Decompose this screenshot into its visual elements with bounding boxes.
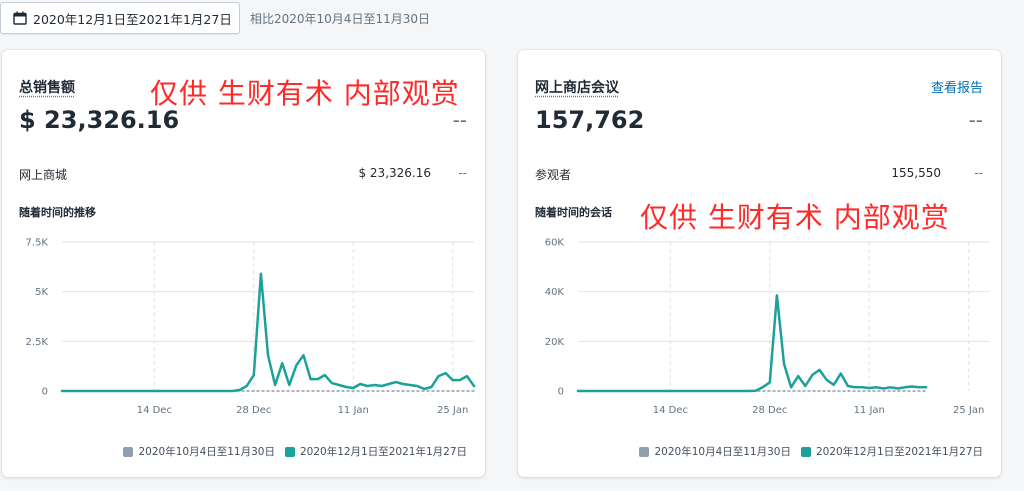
x-tick-label: 28 Dec <box>236 405 271 416</box>
breakdown-value: $ 23,326.16 <box>358 166 431 180</box>
compare-period-text: 相比2020年10月4日至11月30日 <box>250 12 430 26</box>
calendar-icon <box>13 11 27 25</box>
x-tick-label: 14 Dec <box>653 405 688 416</box>
sales-line-chart: 0 2.5K 5K 7.5K 14 Dec 28 Dec 11 Jan 25 Jan <box>26 238 476 416</box>
x-tick-label: 11 Jan <box>854 405 885 416</box>
legend-item-previous[interactable]: 2020年10月4日至11月30日 <box>639 444 791 459</box>
total-sales-card: 总销售额 $ 23,326.16 -- 网上商城 $ 23,326.16 -- … <box>2 50 485 477</box>
store-sessions-card: 网上商店会议 查看报告 157,762 -- 参观者 155,550 -- 随着… <box>518 50 1001 477</box>
card-title[interactable]: 网上商店会议 <box>535 77 619 97</box>
breakdown-value: 155,550 <box>891 166 941 180</box>
x-tick-label: 11 Jan <box>338 405 369 416</box>
watermark-text: 仅供 生财有术 内部观赏 <box>150 77 460 110</box>
sessions-value: 157,762 <box>535 106 645 134</box>
sessions-line-chart: 0 20K 40K 60K 14 Dec 28 Dec 11 Jan 25 Jan <box>545 238 990 416</box>
x-tick-label: 25 Jan <box>953 405 984 416</box>
legend-label: 2020年12月1日至2021年1月27日 <box>815 446 983 458</box>
breakdown-compare: -- <box>458 166 467 180</box>
y-tick-label: 2.5K <box>26 337 49 348</box>
y-tick-label: 0 <box>558 387 564 398</box>
view-report-link[interactable]: 查看报告 <box>931 77 983 96</box>
date-range-label: 2020年12月1日至2021年1月27日 <box>33 11 232 27</box>
breakdown-label: 网上商城 <box>19 168 68 182</box>
chart-legend: 2020年10月4日至11月30日 2020年12月1日至2021年1月27日 <box>639 444 983 459</box>
legend-swatch <box>123 446 134 457</box>
legend-swatch <box>284 446 295 457</box>
series-line-current <box>576 294 928 393</box>
legend-swatch <box>800 446 811 457</box>
legend-item-previous[interactable]: 2020年10月4日至11月30日 <box>123 444 275 459</box>
legend-label: 2020年12月1日至2021年1月27日 <box>299 446 467 458</box>
date-range-button[interactable]: 2020年12月1日至2021年1月27日 <box>0 2 240 34</box>
sessions-compare: -- <box>968 108 983 132</box>
y-tick-label: 5K <box>35 287 48 298</box>
breakdown-compare: -- <box>974 166 983 180</box>
y-tick-label: 60K <box>545 238 565 249</box>
y-tick-label: 40K <box>545 287 565 298</box>
legend-item-current[interactable]: 2020年12月1日至2021年1月27日 <box>284 444 467 459</box>
legend-label: 2020年10月4日至11月30日 <box>138 446 275 458</box>
breakdown-label: 参观者 <box>535 168 572 182</box>
x-tick-label: 28 Dec <box>752 405 787 416</box>
y-tick-label: 7.5K <box>26 238 49 249</box>
x-tick-label: 25 Jan <box>437 405 468 416</box>
card-title[interactable]: 总销售额 <box>19 77 75 97</box>
watermark-text: 仅供 生财有术 内部观赏 <box>640 201 950 234</box>
chart-title: 随着时间的会话 <box>535 206 612 219</box>
legend-label: 2020年10月4日至11月30日 <box>654 446 791 458</box>
x-tick-label: 14 Dec <box>137 405 172 416</box>
chart-title: 随着时间的推移 <box>19 206 96 219</box>
legend-item-current[interactable]: 2020年12月1日至2021年1月27日 <box>800 444 983 459</box>
y-tick-label: 0 <box>42 387 48 398</box>
y-tick-label: 20K <box>545 337 565 348</box>
chart-legend: 2020年10月4日至11月30日 2020年12月1日至2021年1月27日 <box>123 444 467 459</box>
legend-swatch <box>639 446 650 457</box>
